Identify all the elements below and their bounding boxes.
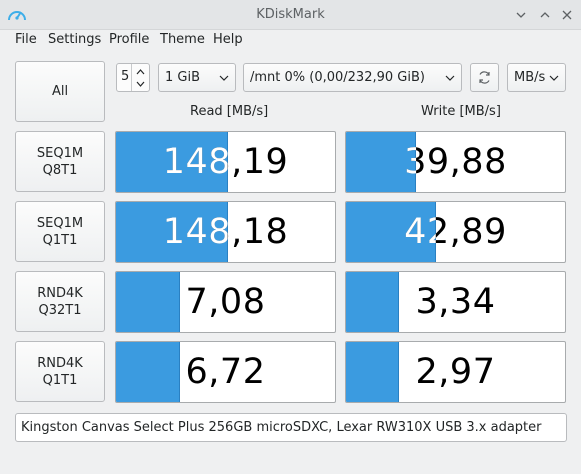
read-result-bar: 6,72 <box>115 341 336 403</box>
test-params: Q8T1 <box>42 162 78 178</box>
menu-file[interactable]: File <box>15 32 37 47</box>
write-header: Write [MB/s] <box>421 104 501 119</box>
target-select[interactable]: /mnt 0% (0,00/232,90 GiB) <box>243 63 462 92</box>
spin-down-icon[interactable] <box>132 78 149 91</box>
read-value: 7,08 <box>185 282 266 322</box>
test-name: RND4K <box>37 285 83 301</box>
write-result-bar: 3,34 <box>345 271 566 333</box>
read-header: Read [MB/s] <box>190 104 269 119</box>
refresh-button[interactable] <box>470 63 499 92</box>
menu-settings[interactable]: Settings <box>48 32 101 47</box>
menu-bar: File Settings Profile Theme Help <box>0 30 581 52</box>
write-result-bar: 39,88 39,88 <box>345 131 566 193</box>
size-select[interactable]: 1 GiB <box>158 63 236 92</box>
test-rnd4k-q1t1-button[interactable]: RND4K Q1T1 <box>15 341 105 402</box>
menu-help[interactable]: Help <box>213 32 243 47</box>
test-seq1m-q1t1-button[interactable]: SEQ1M Q1T1 <box>15 201 105 262</box>
all-button[interactable]: All <box>15 61 105 122</box>
target-value: /mnt 0% (0,00/232,90 GiB) <box>250 70 425 85</box>
unit-select[interactable]: MB/s <box>507 63 566 92</box>
window-title: KDiskMark <box>256 7 325 22</box>
unit-value: MB/s <box>514 70 546 85</box>
read-result-bar: 7,08 <box>115 271 336 333</box>
size-value: 1 GiB <box>165 70 201 85</box>
comment-field[interactable]: Kingston Canvas Select Plus 256GB microS… <box>15 413 567 442</box>
close-icon[interactable] <box>561 9 573 21</box>
chevron-down-icon <box>445 75 455 81</box>
test-seq1m-q8t1-button[interactable]: SEQ1M Q8T1 <box>15 131 105 192</box>
test-name: SEQ1M <box>36 145 84 161</box>
test-name: RND4K <box>37 355 83 371</box>
refresh-icon <box>479 71 490 84</box>
test-params: Q1T1 <box>42 372 78 388</box>
read-result-bar: 148,19 148,19 <box>115 131 336 193</box>
test-rnd4k-q32t1-button[interactable]: RND4K Q32T1 <box>15 271 105 332</box>
write-result-bar: 2,97 <box>345 341 566 403</box>
chevron-down-icon[interactable] <box>515 9 527 21</box>
menu-profile[interactable]: Profile <box>109 32 149 47</box>
test-name: SEQ1M <box>36 215 84 231</box>
write-value: 2,97 <box>415 352 496 392</box>
read-result-bar: 148,18 148,18 <box>115 201 336 263</box>
read-value: 6,72 <box>185 352 266 392</box>
all-button-label: All <box>51 84 69 99</box>
chevron-up-icon[interactable] <box>539 9 551 21</box>
chevron-down-icon <box>549 75 559 81</box>
write-value: 3,34 <box>415 282 496 322</box>
runs-value: 5 <box>121 69 130 84</box>
test-params: Q32T1 <box>38 302 82 318</box>
runs-spinbox[interactable]: 5 <box>116 63 150 92</box>
chevron-down-icon <box>219 75 229 81</box>
menu-theme[interactable]: Theme <box>160 32 205 47</box>
spin-up-icon[interactable] <box>132 65 149 78</box>
write-result-bar: 42,89 42,89 <box>345 201 566 263</box>
title-bar: KDiskMark <box>0 0 581 30</box>
test-params: Q1T1 <box>42 232 78 248</box>
